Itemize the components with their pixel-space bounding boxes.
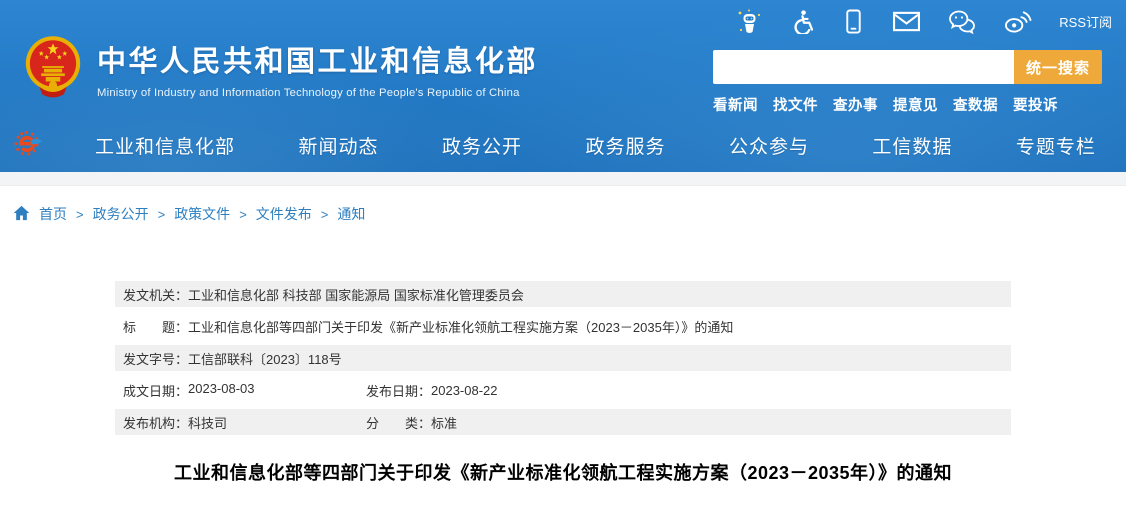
miit-e-logo-icon (10, 127, 46, 168)
meta-value: 2023-08-03 (188, 380, 255, 396)
meta-row-issuing-agency: 发文机关： 工业和信息化部 科技部 国家能源局 国家标准化管理委员会 (115, 281, 1011, 307)
quick-link-services[interactable]: 查办事 (833, 94, 878, 115)
meta-value: 标准 (431, 415, 458, 431)
wechat-icon[interactable] (948, 9, 976, 34)
nav-item-miit-data[interactable]: 工信数据 (872, 132, 952, 159)
nav-item-gov-services[interactable]: 政务服务 (585, 132, 665, 159)
meta-value: 工业和信息化部等四部门关于印发《新产业标准化领航工程实施方案（2023－2035… (188, 319, 734, 335)
article-title: 工业和信息化部等四部门关于印发《新产业标准化领航工程实施方案（2023－2035… (173, 463, 953, 483)
breadcrumb-separator: > (320, 206, 329, 222)
meta-label: 发文机关： (123, 287, 189, 303)
meta-label: 发布机构： (123, 415, 189, 431)
breadcrumb-gov-openness[interactable]: 政务公开 (93, 204, 149, 224)
breadcrumb-policy-documents[interactable]: 政策文件 (174, 204, 230, 224)
site-header: RSS订阅 中华人民共和国工业和信息化部 Ministry of Industr… (0, 0, 1126, 172)
quick-link-news[interactable]: 看新闻 (713, 94, 758, 115)
home-icon[interactable] (13, 205, 30, 224)
breadcrumb-document-release[interactable]: 文件发布 (256, 204, 312, 224)
breadcrumb-notice[interactable]: 通知 (337, 204, 365, 224)
nav-items: 工业和信息化部 新闻动态 政务公开 政务服务 公众参与 工信数据 专题专栏 (0, 132, 1126, 159)
main-nav: 工业和信息化部 新闻动态 政务公开 政务服务 公众参与 工信数据 专题专栏 (0, 118, 1126, 172)
breadcrumb: 首页 > 政务公开 > 政策文件 > 文件发布 > 通知 (13, 204, 365, 224)
accessibility-icon[interactable] (790, 9, 815, 34)
unified-search-button[interactable]: 统一搜索 (1014, 50, 1102, 84)
quick-links: 看新闻 找文件 查办事 提意见 查数据 要投诉 (713, 94, 1103, 115)
breadcrumb-separator: > (157, 206, 166, 222)
national-emblem-icon (24, 34, 82, 105)
meta-label: 标 题： (123, 319, 189, 335)
meta-value: 2023-08-22 (431, 382, 498, 398)
quick-link-complaint[interactable]: 要投诉 (1013, 94, 1058, 115)
rss-subscribe-link[interactable]: RSS订阅 (1059, 12, 1112, 31)
meta-value: 科技司 (188, 415, 228, 431)
nav-item-public-participation[interactable]: 公众参与 (729, 132, 809, 159)
nav-item-gov-openness[interactable]: 政务公开 (442, 132, 522, 159)
meta-row-dates: 成文日期： 2023-08-03 发布日期： 2023-08-22 (115, 377, 1011, 403)
site-title: 中华人民共和国工业和信息化部 (97, 46, 539, 78)
meta-row-publisher-category: 发布机构： 科技司 分 类： 标准 (115, 409, 1011, 435)
utility-bar: RSS订阅 (736, 7, 1112, 35)
meta-row-document-number: 发文字号： 工信部联科〔2023〕118号 (115, 345, 1011, 371)
mobile-icon[interactable] (842, 9, 865, 34)
header-divider (0, 172, 1126, 186)
meta-value: 工业和信息化部 科技部 国家能源局 国家标准化管理委员会 (188, 287, 524, 303)
nav-item-miit[interactable]: 工业和信息化部 (95, 132, 235, 159)
meta-row-title: 标 题： 工业和信息化部等四部门关于印发《新产业标准化领航工程实施方案（2023… (115, 313, 1011, 339)
breadcrumb-home[interactable]: 首页 (39, 204, 67, 224)
search-input[interactable] (713, 50, 1014, 84)
quick-link-feedback[interactable]: 提意见 (893, 94, 938, 115)
meta-label: 发布日期： (366, 383, 432, 399)
quick-link-documents[interactable]: 找文件 (773, 94, 818, 115)
breadcrumb-separator: > (76, 206, 84, 222)
nav-item-special-topics[interactable]: 专题专栏 (1016, 132, 1096, 159)
search-box: 统一搜索 (713, 50, 1102, 84)
quick-link-data[interactable]: 查数据 (953, 94, 998, 115)
assistant-robot-icon[interactable] (736, 8, 763, 35)
site-subtitle: Ministry of Industry and Information Tec… (97, 87, 520, 99)
meta-label: 分 类： (366, 415, 432, 431)
meta-label: 发文字号： (123, 351, 189, 367)
brand-text: 中华人民共和国工业和信息化部 Ministry of Industry and … (97, 34, 538, 99)
search-area: 统一搜索 看新闻 找文件 查办事 提意见 查数据 要投诉 (713, 50, 1103, 115)
nav-item-news[interactable]: 新闻动态 (298, 132, 378, 159)
meta-value: 工信部联科〔2023〕118号 (188, 351, 342, 367)
document-meta-table: 发文机关： 工业和信息化部 科技部 国家能源局 国家标准化管理委员会 标 题： … (115, 281, 1011, 441)
page: RSS订阅 中华人民共和国工业和信息化部 Ministry of Industr… (0, 0, 1126, 511)
mail-icon[interactable] (892, 10, 921, 33)
site-brand: 中华人民共和国工业和信息化部 Ministry of Industry and … (24, 34, 538, 105)
meta-label: 成文日期： (123, 383, 189, 399)
breadcrumb-separator: > (239, 206, 247, 222)
weibo-icon[interactable] (1003, 9, 1032, 34)
